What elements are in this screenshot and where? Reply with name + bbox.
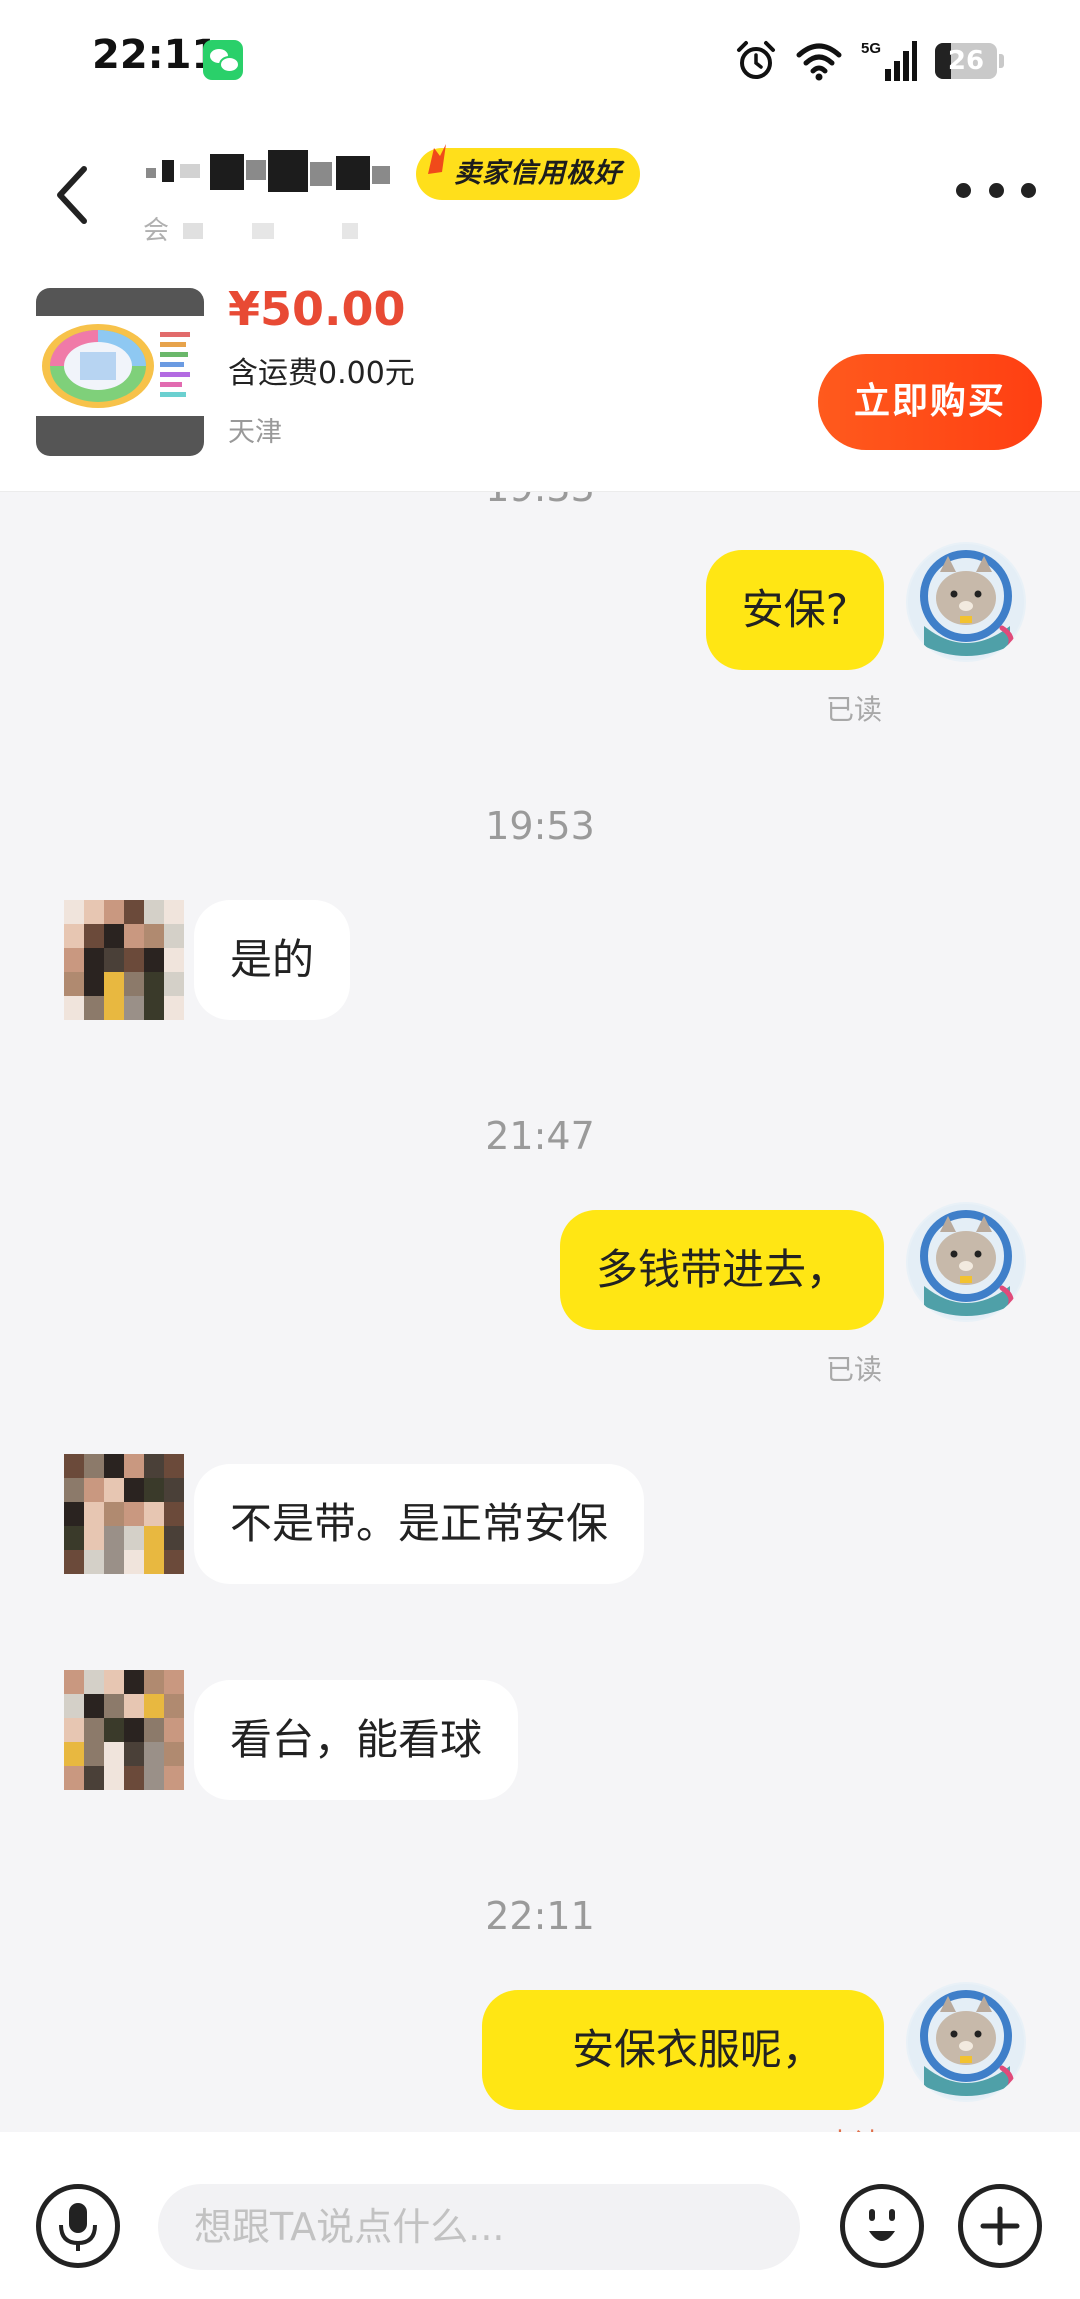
network-type-label: 5G (861, 40, 881, 57)
cat-avatar-image (908, 544, 1024, 660)
microphone-icon (59, 2203, 97, 2251)
credit-badge-label: 卖家信用极好 (454, 158, 622, 189)
stadium-seat-map-image (36, 288, 204, 456)
my-avatar[interactable] (906, 1982, 1026, 2102)
cellular-signal-icon: 5G (861, 40, 917, 81)
product-thumbnail[interactable] (36, 288, 204, 456)
more-dot (956, 182, 971, 198)
seller-avatar[interactable] (64, 1670, 184, 1790)
incoming-message-bubble[interactable]: 看台，能看球 (194, 1680, 519, 1800)
seller-subtitle-text: 会 (143, 216, 170, 246)
message-input-bar (0, 2132, 1080, 2299)
message-timestamp: 19:33 (0, 492, 1080, 510)
voice-button[interactable] (36, 2184, 120, 2268)
battery-icon: 26 (935, 43, 997, 79)
pixelated-avatar-image (64, 900, 184, 1020)
pixelated-avatar-image (64, 1670, 184, 1790)
seller-subtitle: 会 (143, 210, 358, 247)
incoming-message-bubble[interactable]: 是的 (194, 900, 351, 1020)
plus-icon (980, 2206, 1020, 2246)
seller-avatar[interactable] (64, 1454, 184, 1574)
seller-name-redacted (140, 150, 410, 202)
my-avatar[interactable] (906, 1202, 1026, 1322)
read-status: 已读 (826, 1353, 883, 1386)
message-timestamp: 22:11 (485, 1894, 595, 1938)
alarm-icon (737, 41, 775, 79)
cat-avatar-image (908, 1984, 1024, 2100)
seller-credit-badge: 卖家信用极好 (416, 144, 640, 200)
outgoing-message-bubble[interactable]: 多钱带进去， (559, 1210, 884, 1330)
outgoing-message-bubble[interactable]: 安保? (705, 550, 884, 670)
emoji-face-icon (869, 2209, 895, 2241)
more-dot (988, 182, 1004, 198)
product-location: 天津 (228, 417, 282, 448)
flame-icon (428, 144, 446, 174)
chat-messages[interactable]: 19:33 安保? 已读 19:53 是的 21:47 多钱带进去， 已读 不是… (0, 492, 1080, 2132)
cat-avatar-image (908, 1204, 1024, 1320)
read-status: 已读 (826, 693, 883, 726)
product-card[interactable]: ¥50.00 含运费0.00元 天津 立即购买 (0, 270, 1080, 492)
message-input[interactable] (158, 2184, 800, 2270)
outgoing-message-bubble[interactable]: 安保衣服呢， (481, 1990, 884, 2110)
chat-header: 卖家信用极好 会 (0, 120, 1080, 270)
product-price: ¥50.00 (228, 282, 406, 336)
chat-screen: 22:11 5G 26 卖家信用极好 会 ¥50.00 含运费0.00元 天津 … (0, 0, 1080, 2299)
more-options-button[interactable] (956, 170, 1036, 210)
status-time: 22:11 (92, 32, 220, 78)
status-icons: 5G 26 (735, 36, 1004, 86)
pixelated-avatar-image (64, 1454, 184, 1574)
product-shipping: 含运费0.00元 (228, 356, 415, 391)
buy-now-button[interactable]: 立即购买 (818, 354, 1042, 450)
battery-tip (999, 54, 1004, 68)
status-bar: 22:11 5G 26 (0, 0, 1080, 120)
message-timestamp: 21:47 (485, 1114, 595, 1158)
more-dot (1021, 182, 1036, 198)
seller-avatar[interactable] (64, 900, 184, 1020)
wechat-notification-icon (203, 40, 243, 80)
battery-level: 26 (947, 46, 985, 76)
incoming-message-bubble[interactable]: 不是带。是正常安保 (194, 1464, 645, 1584)
back-button[interactable] (44, 155, 104, 235)
wifi-icon (796, 43, 842, 81)
chevron-left-icon (57, 166, 87, 224)
my-avatar[interactable] (906, 542, 1026, 662)
read-status: 未读 (826, 2122, 882, 2132)
emoji-button[interactable] (840, 2184, 924, 2268)
message-timestamp: 19:53 (485, 804, 595, 848)
more-actions-button[interactable] (958, 2184, 1042, 2268)
